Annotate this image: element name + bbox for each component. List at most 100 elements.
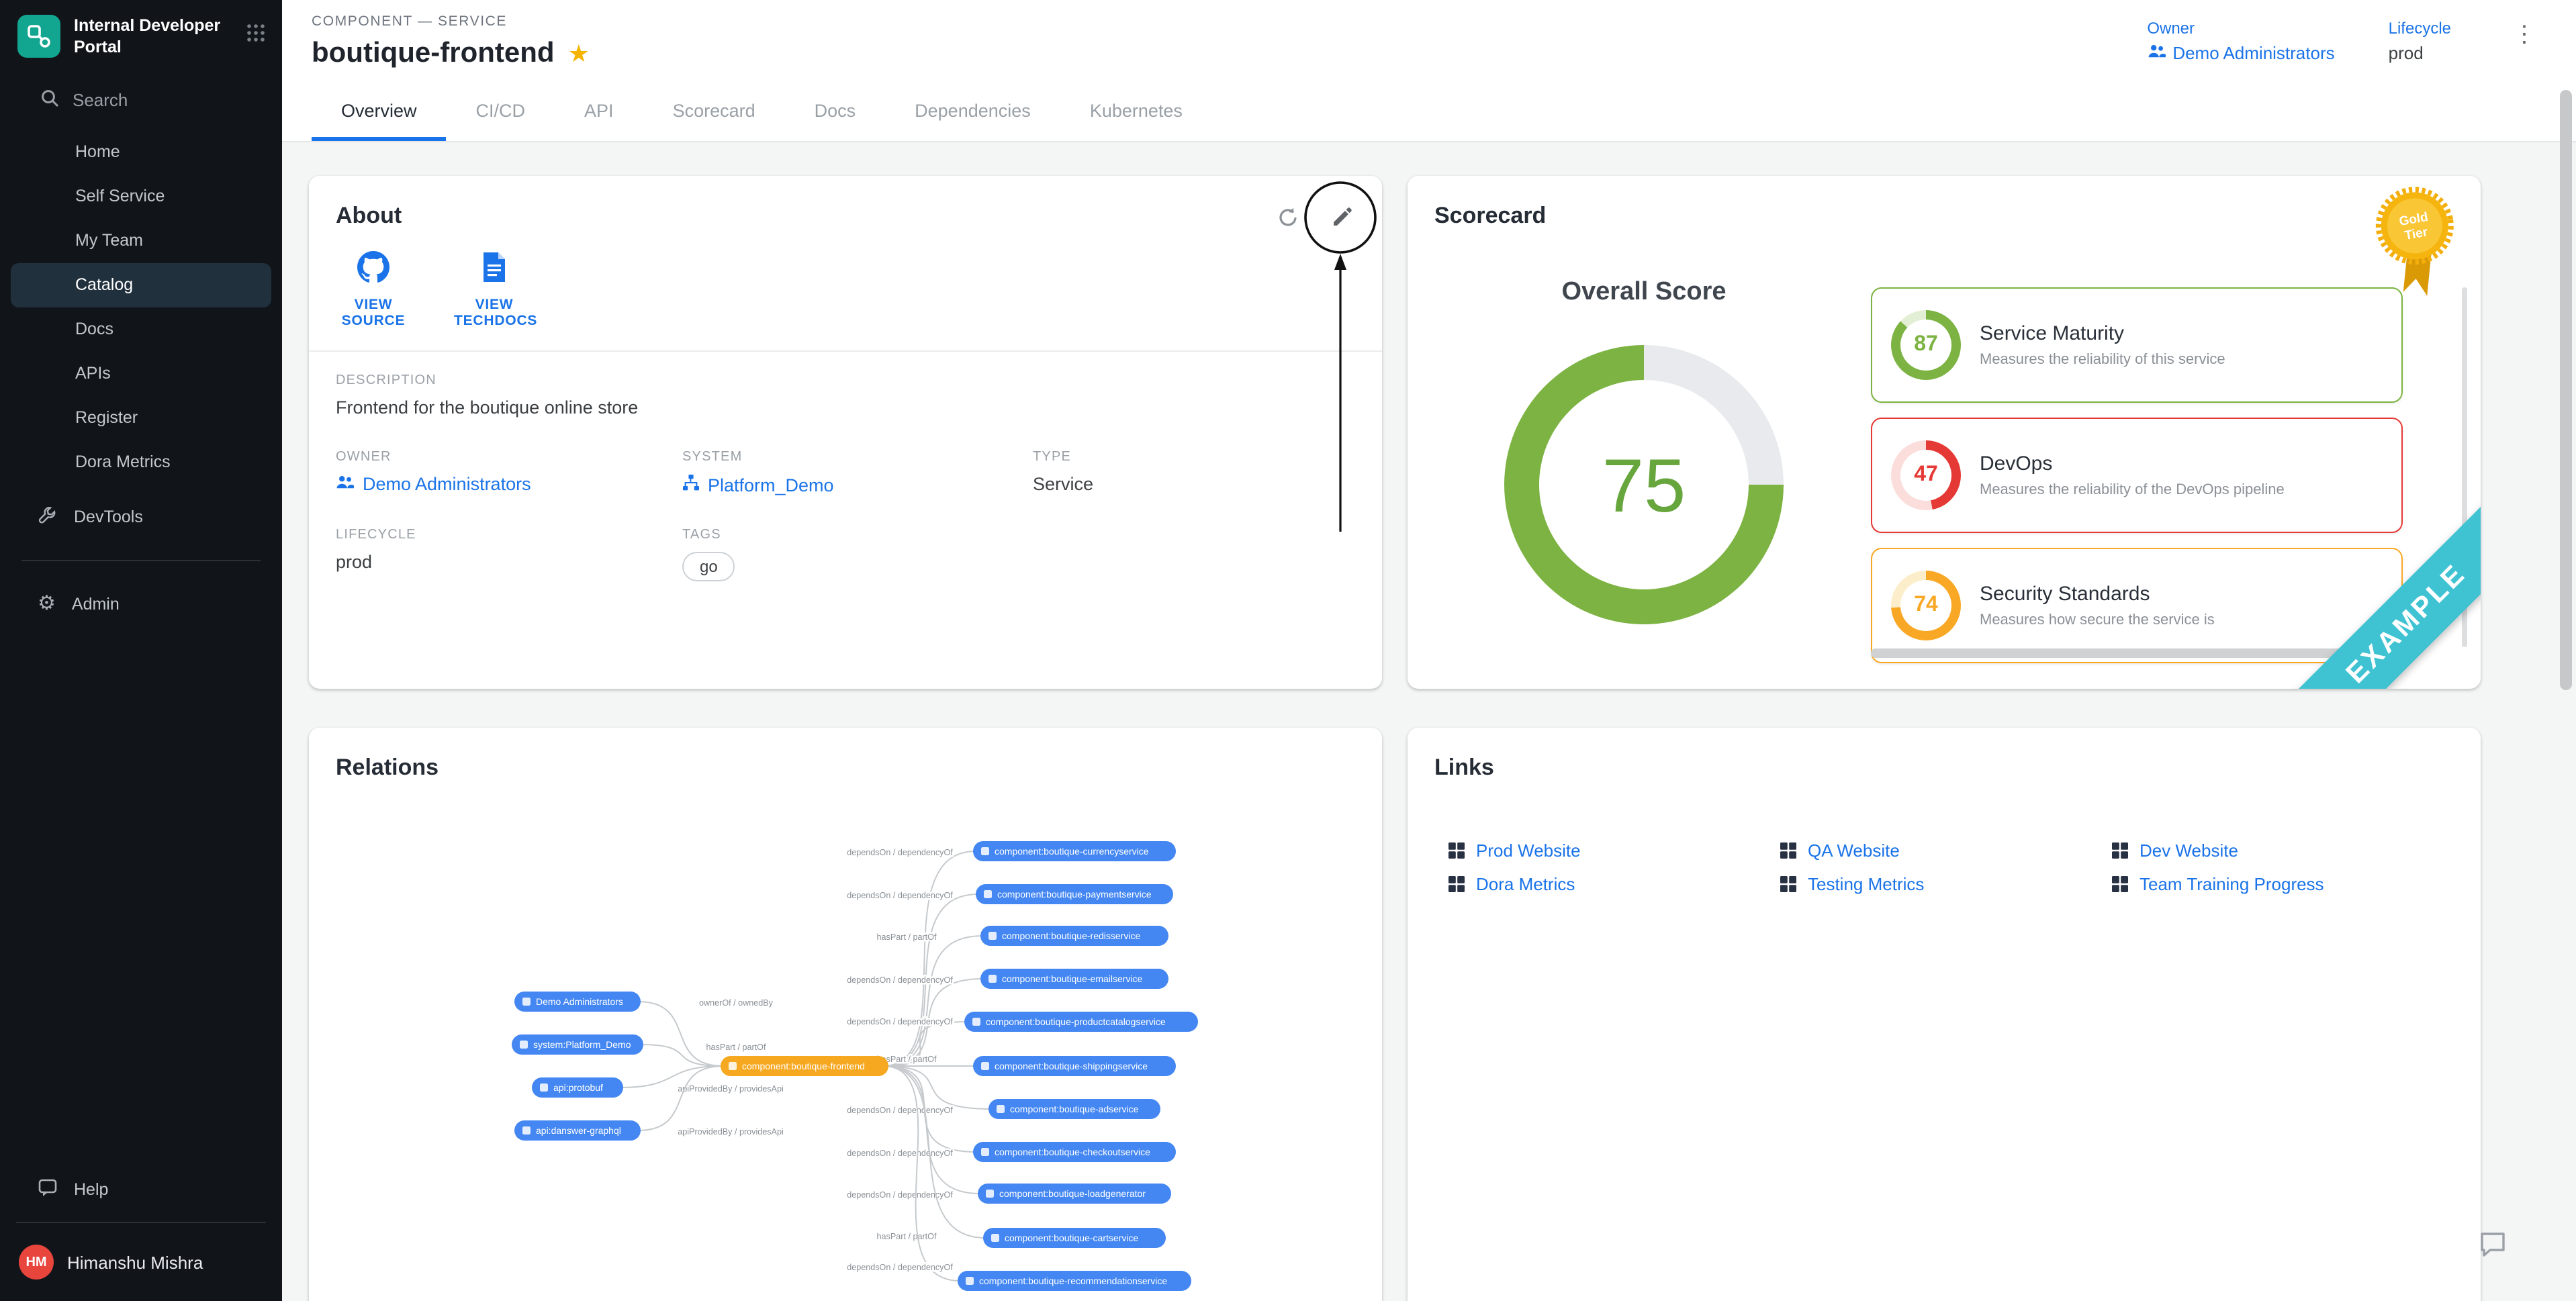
admin-label: Admin xyxy=(72,594,120,613)
page-scrollbar[interactable] xyxy=(2560,90,2572,690)
sidebar-item-home[interactable]: Home xyxy=(0,130,282,174)
github-icon xyxy=(357,251,389,290)
graph-node-component-boutique-currencyservice[interactable]: component:boutique-currencyservice xyxy=(973,841,1176,861)
system-field-text: Platform_Demo xyxy=(708,475,834,495)
entity-tabs: OverviewCI/CDAPIScorecardDocsDependencie… xyxy=(282,78,2576,142)
tab-overview[interactable]: Overview xyxy=(312,78,447,141)
sidebar-item-apis[interactable]: APIs xyxy=(0,351,282,395)
tab-scorecard[interactable]: Scorecard xyxy=(643,78,785,141)
group-icon xyxy=(336,474,355,494)
overall-score-donut: 75 xyxy=(1504,345,1784,624)
tags-field-label: TAGS xyxy=(682,528,1033,542)
link-dora-metrics[interactable]: Dora Metrics xyxy=(1448,874,1780,894)
search-icon xyxy=(40,88,59,111)
svg-text:system:Platform_Demo: system:Platform_Demo xyxy=(533,1039,631,1050)
graph-node-component-boutique-recommendationservice[interactable]: component:boutique-recommendationservice xyxy=(958,1271,1191,1291)
edit-pencil-button[interactable] xyxy=(1323,199,1361,236)
score-name: DevOps xyxy=(1980,452,2285,475)
sidebar-item-my-team[interactable]: My Team xyxy=(0,218,282,262)
score-list-horizontal-scrollbar[interactable] xyxy=(1871,648,2400,658)
apps-grid-icon[interactable] xyxy=(246,23,266,50)
edge-label: dependsOn / dependencyOf xyxy=(847,1263,953,1272)
sidebar-divider xyxy=(21,559,261,561)
owner-field-value[interactable]: Demo Administrators xyxy=(336,474,682,494)
graph-node-api-protobuf[interactable]: api:protobuf xyxy=(532,1077,623,1098)
refresh-button[interactable] xyxy=(1269,199,1307,236)
tab-ci-cd[interactable]: CI/CD xyxy=(447,78,555,141)
edge-label: dependsOn / dependencyOf xyxy=(847,891,953,900)
svg-text:component:boutique-currencyser: component:boutique-currencyservice xyxy=(995,846,1149,857)
graph-node-component-boutique-shippingservice[interactable]: component:boutique-shippingservice xyxy=(973,1056,1176,1076)
user-row[interactable]: HM Himanshu Mishra xyxy=(0,1231,282,1301)
sidebar-item-help[interactable]: Help xyxy=(0,1165,282,1214)
link-qa-website[interactable]: QA Website xyxy=(1780,840,2111,861)
relations-graph[interactable]: dependsOn / dependencyOf dependsOn / depe… xyxy=(309,728,1381,1301)
sidebar-item-dora-metrics[interactable]: Dora Metrics xyxy=(0,440,282,484)
link-prod-website[interactable]: Prod Website xyxy=(1448,840,1780,861)
graph-node-component-boutique-frontend[interactable]: component:boutique-frontend xyxy=(721,1056,888,1076)
graph-node-component-boutique-paymentservice[interactable]: component:boutique-paymentservice xyxy=(976,884,1173,904)
owner-value-link[interactable]: Demo Administrators xyxy=(2147,43,2334,63)
graph-node-component-boutique-emailservice[interactable]: component:boutique-emailservice xyxy=(980,969,1168,989)
edge-label: dependsOn / dependencyOf xyxy=(847,975,953,985)
graph-node-component-boutique-checkoutservice[interactable]: component:boutique-checkoutservice xyxy=(973,1142,1176,1162)
owner-label: Owner xyxy=(2147,19,2334,38)
links-title: Links xyxy=(1408,728,2481,781)
edge-label: dependsOn / dependencyOf xyxy=(847,1017,953,1026)
edge-label: dependsOn / dependencyOf xyxy=(847,1106,953,1115)
tab-dependencies[interactable]: Dependencies xyxy=(885,78,1060,141)
feedback-chat-icon[interactable] xyxy=(2477,1228,2509,1267)
sidebar-item-catalog[interactable]: Catalog xyxy=(11,262,271,307)
graph-node-component-boutique-loadgenerator[interactable]: component:boutique-loadgenerator xyxy=(978,1184,1171,1204)
scorecard-card: Scorecard Gold Tier Overall Score 75 87S… xyxy=(1408,176,2481,689)
overall-score-label: Overall Score xyxy=(1510,278,1778,307)
main-area: COMPONENT — SERVICE boutique-frontend ★ … xyxy=(282,0,2576,1301)
tab-docs[interactable]: Docs xyxy=(785,78,886,141)
techdocs-icon xyxy=(479,251,509,290)
tag-chip-go[interactable]: go xyxy=(682,552,735,581)
graph-node-component-boutique-productcatalogservice[interactable]: component:boutique-productcatalogservice xyxy=(964,1012,1198,1032)
graph-node-component-boutique-cartservice[interactable]: component:boutique-cartservice xyxy=(983,1228,1166,1248)
sidebar-item-admin[interactable]: ⚙ Admin xyxy=(0,579,282,628)
graph-node-demo-administrators[interactable]: Demo Administrators xyxy=(514,992,641,1012)
link-team-training-progress[interactable]: Team Training Progress xyxy=(2111,874,2443,894)
system-field-label: SYSTEM xyxy=(682,450,1033,465)
relations-title: Relations xyxy=(309,728,1382,781)
system-field: SYSTEM Platform_Demo xyxy=(682,450,1033,495)
sidebar-item-self-service[interactable]: Self Service xyxy=(0,174,282,218)
overall-score-value: 75 xyxy=(1602,441,1686,528)
kebab-menu-icon[interactable]: ⋮ xyxy=(2505,19,2544,51)
owner-field-label: OWNER xyxy=(336,450,682,465)
sidebar-item-devtools[interactable]: DevTools xyxy=(0,492,282,540)
score-value: 47 xyxy=(1900,450,1951,501)
graph-node-component-boutique-redisservice[interactable]: component:boutique-redisservice xyxy=(980,926,1168,946)
score-card-devops[interactable]: 47DevOpsMeasures the reliability of the … xyxy=(1871,418,2403,533)
search-label: Search xyxy=(73,89,128,109)
breadcrumb: COMPONENT — SERVICE xyxy=(312,13,590,30)
sidebar-search[interactable]: Search xyxy=(0,72,282,124)
system-field-value[interactable]: Platform_Demo xyxy=(682,474,1033,495)
portal-logo-icon xyxy=(17,15,60,58)
edge-label: hasPart / partOf xyxy=(877,932,937,942)
sidebar-item-docs[interactable]: Docs xyxy=(0,307,282,351)
graph-node-system-platform-demo[interactable]: system:Platform_Demo xyxy=(512,1034,643,1055)
link-dev-website[interactable]: Dev Website xyxy=(2111,840,2443,861)
score-list-vertical-scrollbar[interactable] xyxy=(2462,287,2467,647)
view-techdocs-button[interactable]: VIEW TECHDOCS xyxy=(443,251,545,329)
link-label: Team Training Progress xyxy=(2140,874,2324,894)
favorite-star-icon[interactable]: ★ xyxy=(568,42,590,66)
graph-node-api-danswer-graphql[interactable]: api:danswer-graphql xyxy=(514,1120,641,1141)
view-techdocs-label: VIEW TECHDOCS xyxy=(454,297,535,329)
graph-node-component-boutique-adservice[interactable]: component:boutique-adservice xyxy=(988,1099,1160,1119)
score-card-security-standards[interactable]: 74Security StandardsMeasures how secure … xyxy=(1871,548,2403,663)
view-source-button[interactable]: VIEW SOURCE xyxy=(322,251,424,329)
help-chat-icon xyxy=(38,1177,58,1202)
tab-kubernetes[interactable]: Kubernetes xyxy=(1060,78,1212,141)
edge-label: apiProvidedBy / providesApi xyxy=(678,1084,784,1094)
link-testing-metrics[interactable]: Testing Metrics xyxy=(1780,874,2111,894)
owner-value-text: Demo Administrators xyxy=(2172,43,2334,63)
tab-api[interactable]: API xyxy=(555,78,643,141)
sidebar-item-register[interactable]: Register xyxy=(0,395,282,440)
svg-text:component:boutique-paymentserv: component:boutique-paymentservice xyxy=(997,889,1152,900)
score-card-service-maturity[interactable]: 87Service MaturityMeasures the reliabili… xyxy=(1871,287,2403,403)
